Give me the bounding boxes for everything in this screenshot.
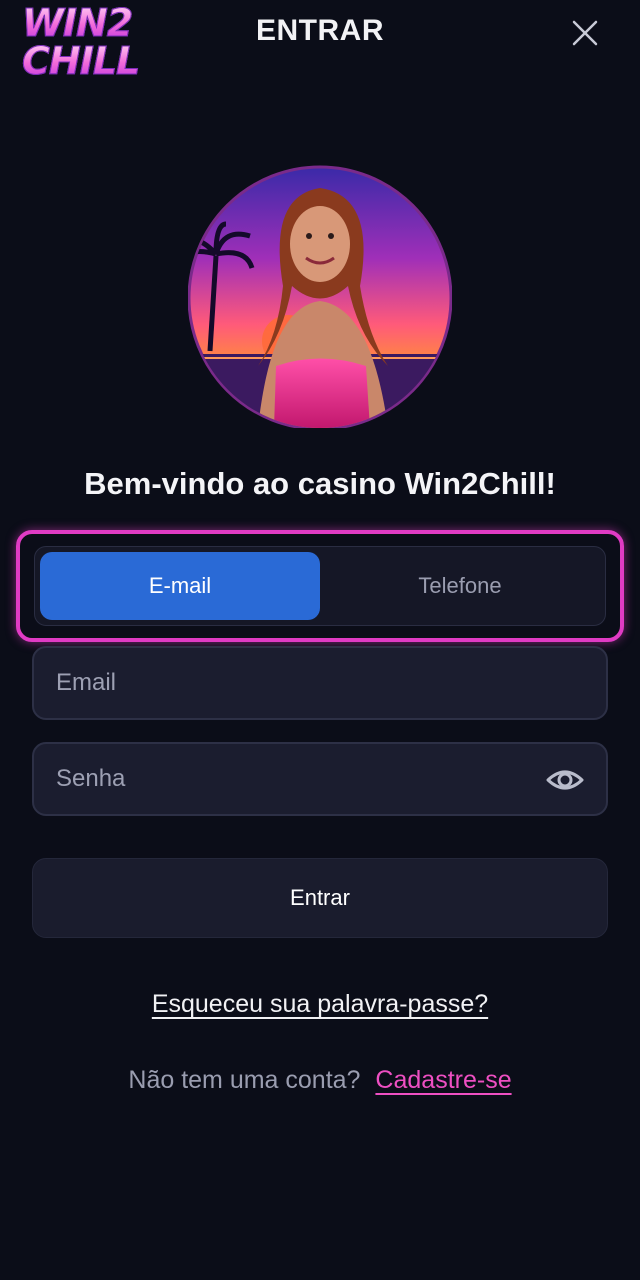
forgot-password-link[interactable]: Esqueceu sua palavra-passe?: [152, 990, 488, 1018]
page-title: ENTRAR: [256, 14, 384, 47]
header: WIN2 CHILL ENTRAR: [0, 0, 640, 81]
mascot-avatar: [187, 136, 453, 431]
password-field-container: [32, 742, 608, 816]
close-icon: [572, 20, 598, 46]
email-input[interactable]: [34, 648, 606, 718]
login-method-tabs: E-mail Telefone: [34, 546, 606, 626]
welcome-heading: Bem-vindo ao casino Win2Chill!: [84, 466, 556, 501]
eye-icon[interactable]: [546, 762, 584, 798]
tab-email[interactable]: E-mail: [40, 552, 320, 620]
tab-phone[interactable]: Telefone: [320, 552, 600, 620]
forgot-password-row: Esqueceu sua palavra-passe?: [0, 990, 640, 1019]
signup-row: Não tem uma conta? Cadastre-se: [0, 1066, 640, 1095]
signup-prompt: Não tem uma conta?: [128, 1066, 361, 1094]
signup-link[interactable]: Cadastre-se: [375, 1066, 511, 1094]
email-field-container: [32, 646, 608, 720]
password-input[interactable]: [34, 744, 606, 814]
login-submit-button[interactable]: Entrar: [32, 858, 608, 938]
close-button[interactable]: [566, 14, 604, 52]
